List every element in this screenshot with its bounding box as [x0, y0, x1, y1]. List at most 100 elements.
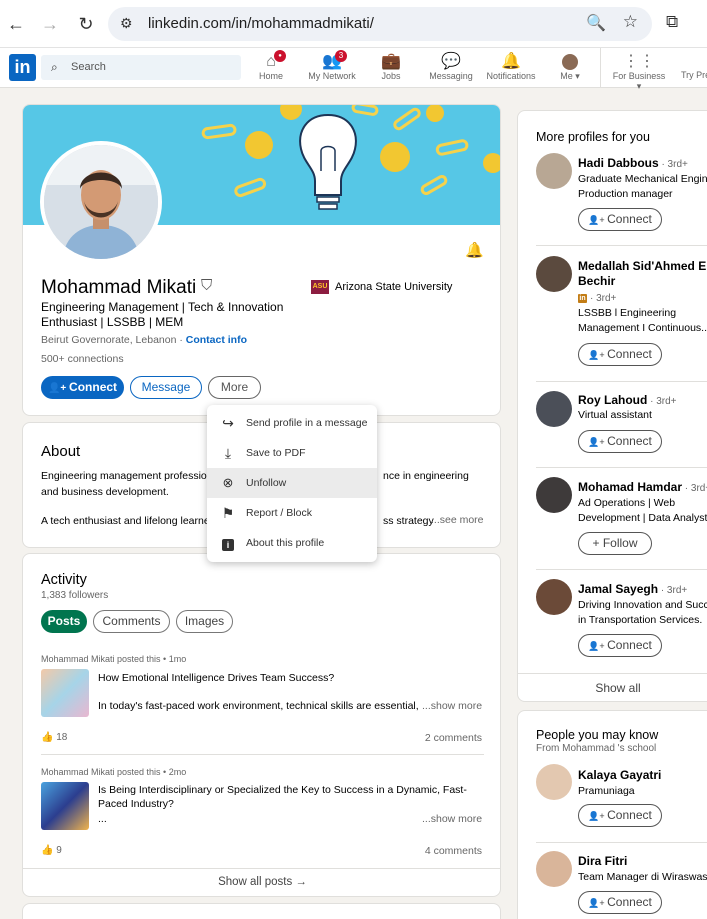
contact-info-link[interactable]: Contact info	[186, 334, 247, 346]
about-title: About	[41, 443, 81, 460]
post-show-more[interactable]: ...show more	[422, 813, 482, 825]
back-icon[interactable]: ←	[4, 12, 28, 36]
profile-photo[interactable]	[40, 141, 162, 263]
avatar[interactable]	[536, 579, 572, 615]
avatar	[557, 52, 583, 71]
bell-icon: 🔔	[501, 53, 521, 70]
more-button[interactable]: More	[208, 376, 261, 399]
forward-icon[interactable]: →	[38, 12, 62, 36]
bookmark-star-icon[interactable]: ☆	[623, 12, 638, 32]
address-bar[interactable]: ⚙ linkedin.com/in/mohammadmikati/ 🔍 ☆	[108, 7, 652, 41]
person-headline: Production manager	[578, 188, 673, 200]
linkedin-logo[interactable]: in	[9, 54, 36, 81]
zoom-icon[interactable]: 🔍	[586, 13, 606, 33]
connect-button[interactable]: 👤+ Connect	[578, 343, 662, 366]
menu-item-label: Send profile in a message	[246, 417, 368, 429]
add-person-icon: 👤+	[588, 215, 608, 225]
degree-badge: · 3rd+	[684, 483, 707, 494]
menu-item-send-profile[interactable]: ↪ Send profile in a message	[207, 408, 377, 438]
tab-posts[interactable]: Posts	[41, 610, 87, 633]
avatar[interactable]	[536, 391, 572, 427]
avatar[interactable]	[536, 764, 572, 800]
add-person-icon: 👤+	[588, 641, 608, 651]
avatar[interactable]	[536, 851, 572, 887]
post-reactions[interactable]: 👍 9	[41, 845, 62, 856]
about-line-2: and business development.	[41, 486, 169, 498]
search-icon: ⌕	[51, 60, 58, 74]
connect-button[interactable]: 👤+ Connect	[578, 891, 662, 914]
grid-icon: ⋮⋮	[623, 53, 655, 70]
avatar[interactable]	[536, 153, 572, 189]
people-icon: 👥	[322, 53, 342, 70]
search-input[interactable]: ⌕ Search	[41, 55, 241, 80]
divider	[536, 467, 707, 468]
person-name[interactable]: Hadi Dabbous · 3rd+	[578, 156, 707, 172]
message-button[interactable]: Message	[130, 376, 202, 399]
add-person-icon: 👤+	[588, 350, 608, 360]
add-person-icon: 👤+	[588, 437, 608, 447]
about-see-more[interactable]: ...see more	[431, 514, 484, 526]
show-all-posts-link[interactable]: Show all posts →	[23, 876, 500, 888]
nav-my-network[interactable]: 👥 3 My Network	[305, 50, 359, 81]
follow-bell-icon[interactable]: 🔔	[465, 241, 484, 259]
connect-button[interactable]: 👤+ Connect	[578, 208, 662, 231]
tab-comments[interactable]: Comments	[93, 610, 170, 633]
nav-notifications-label: Notifications	[486, 71, 536, 81]
nav-jobs[interactable]: 💼 Jobs	[378, 52, 404, 81]
person-name[interactable]: Dira Fitri	[578, 854, 707, 869]
nav-messaging[interactable]: 💬 Messaging	[428, 52, 474, 81]
reload-icon[interactable]: ↻	[74, 12, 98, 36]
show-all-profiles-link[interactable]: Show all	[518, 681, 707, 695]
post-meta: Mohammad Mikati posted this • 1mo	[41, 654, 187, 664]
post-title[interactable]: Is Being Interdisciplinary or Specialize…	[98, 783, 468, 811]
tab-images[interactable]: Images	[176, 610, 233, 633]
connect-button[interactable]: 👤+ Connect	[41, 376, 124, 399]
menu-item-label: Unfollow	[246, 477, 287, 489]
post-reactions[interactable]: 👍 18	[41, 732, 67, 743]
connections-count[interactable]: 500+ connections	[41, 353, 124, 365]
search-placeholder: Search	[71, 61, 106, 73]
add-person-icon: 👤+	[588, 898, 608, 908]
try-premium-link[interactable]: Try Pre	[681, 70, 707, 80]
site-settings-icon[interactable]: ⚙	[120, 15, 133, 32]
post-comments[interactable]: 4 comments	[425, 845, 482, 857]
more-profiles-title: More profiles for you	[536, 130, 650, 144]
connect-button[interactable]: 👤+ Connect	[578, 804, 662, 827]
post-show-more[interactable]: ...show more	[422, 700, 482, 712]
person-name[interactable]: Mohamad Hamdar · 3rd+	[578, 480, 707, 496]
person-name[interactable]: Roy Lahoud · 3rd+	[578, 393, 707, 409]
follow-button[interactable]: + Follow	[578, 532, 652, 555]
degree-badge: · 3rd+	[658, 585, 688, 596]
person-headline: Driving Innovation and Succ	[578, 599, 707, 611]
post-comments[interactable]: 2 comments	[425, 732, 482, 744]
connect-button[interactable]: 👤+ Connect	[578, 634, 662, 657]
menu-item-about-profile[interactable]: i About this profile	[207, 528, 377, 558]
for-business-label: For Business ▾	[612, 71, 666, 91]
asu-logo: ASU	[311, 280, 329, 294]
post-thumbnail[interactable]	[41, 782, 89, 830]
nav-notifications[interactable]: 🔔 Notifications	[485, 52, 537, 81]
browser-toolbar: ← → ↻ ⚙ linkedin.com/in/mohammadmikati/ …	[0, 0, 707, 48]
nav-home[interactable]: ⌂ ● Home	[256, 50, 286, 81]
extensions-icon[interactable]: ⧉	[666, 12, 678, 32]
person-name[interactable]: Medallah Sid'Ahmed El Bechir	[578, 259, 707, 289]
more-profiles-card: More profiles for you Hadi Dabbous · 3rd…	[517, 110, 707, 702]
linkedin-nav: in ⌕ Search ⌂ ● Home 👥 3 My Network 💼 Jo…	[0, 48, 707, 91]
person-name[interactable]: Kalaya Gayatri	[578, 768, 707, 783]
menu-item-unfollow[interactable]: ⊗ Unfollow	[207, 468, 377, 498]
url-text[interactable]: linkedin.com/in/mohammadmikati/	[148, 15, 374, 32]
post-title[interactable]: How Emotional Intelligence Drives Team S…	[98, 671, 468, 685]
nav-me[interactable]: Me ▾	[557, 52, 583, 82]
card-divider	[23, 868, 500, 869]
avatar[interactable]	[536, 256, 572, 292]
person-name[interactable]: Jamal Sayegh · 3rd+	[578, 582, 707, 598]
connect-button[interactable]: 👤+ Connect	[578, 430, 662, 453]
menu-item-report-block[interactable]: ⚑ Report / Block	[207, 498, 377, 528]
verified-shield-icon[interactable]: ⛉	[201, 277, 212, 294]
profile-name: Mohammad Mikati	[41, 277, 197, 298]
nav-for-business[interactable]: ⋮⋮ For Business ▾	[610, 52, 668, 92]
profile-school[interactable]: ASU Arizona State University	[311, 280, 452, 294]
menu-item-save-pdf[interactable]: ⤓ Save to PDF	[207, 438, 377, 468]
avatar[interactable]	[536, 477, 572, 513]
post-thumbnail[interactable]	[41, 669, 89, 717]
